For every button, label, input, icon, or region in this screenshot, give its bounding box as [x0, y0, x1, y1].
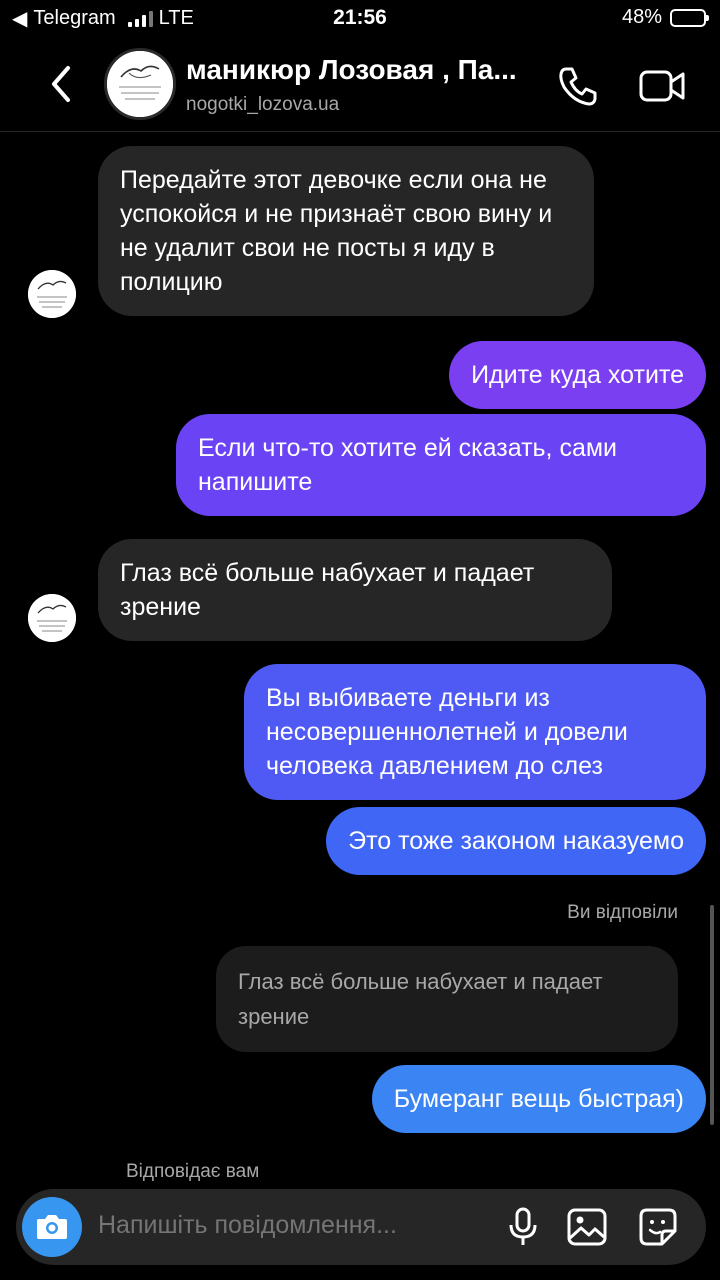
- battery-icon: [670, 8, 709, 27]
- camera-icon: [37, 1215, 67, 1239]
- message-bubble-incoming[interactable]: Глаз всё больше набухает и падает зрение: [98, 539, 612, 641]
- message-bubble-outgoing[interactable]: Идите куда хотите: [449, 341, 706, 409]
- phone-icon: [559, 67, 597, 106]
- chat-title[interactable]: маникюр Лозовая , Па...: [186, 54, 542, 86]
- chat-header: маникюр Лозовая , Па... nogotki_lozova.u…: [0, 40, 720, 132]
- typing-status: Відповідає вам: [126, 1161, 260, 1182]
- message-bubble-outgoing[interactable]: Это тоже законом наказуемо: [326, 807, 706, 875]
- gallery-button[interactable]: [566, 1207, 608, 1247]
- voice-message-button[interactable]: [506, 1207, 540, 1247]
- message-composer: [16, 1189, 706, 1265]
- profile-logo-icon: [107, 51, 173, 117]
- image-icon: [567, 1208, 607, 1246]
- profile-avatar[interactable]: [104, 48, 176, 120]
- status-bar: ◀ Telegram LTE 21:56 48%: [0, 0, 720, 40]
- message-bubble-outgoing[interactable]: Вы выбиваете деньги из несовершеннолетне…: [244, 664, 706, 800]
- scrollbar[interactable]: [710, 905, 714, 1125]
- sticker-button[interactable]: [638, 1207, 678, 1247]
- microphone-icon: [509, 1207, 537, 1245]
- message-bubble-outgoing[interactable]: Бумеранг вещь быстрая): [371, 1065, 706, 1133]
- profile-logo-icon: [28, 594, 76, 642]
- camera-button[interactable]: [22, 1197, 82, 1257]
- video-call-button[interactable]: [638, 64, 688, 108]
- message-bubble-outgoing[interactable]: Если что-то хотите ей сказать, сами напи…: [176, 414, 706, 516]
- message-bubble-incoming[interactable]: Передайте этот девочке если она не успок…: [98, 146, 594, 316]
- sender-avatar[interactable]: [28, 594, 76, 642]
- sticker-icon: [639, 1208, 677, 1246]
- reply-label: Ви відповіли: [567, 902, 678, 923]
- profile-logo-icon: [28, 270, 76, 318]
- sender-avatar[interactable]: [28, 270, 76, 318]
- video-camera-icon: [639, 70, 685, 102]
- chat-username[interactable]: nogotki_lozova.ua: [186, 94, 339, 116]
- message-input[interactable]: [98, 1211, 478, 1240]
- back-button[interactable]: [44, 62, 80, 106]
- chevron-left-icon: [52, 66, 70, 102]
- battery-percent: 48%: [621, 6, 662, 28]
- clock: 21:56: [333, 6, 387, 29]
- quoted-message[interactable]: Глаз всё больше набухает и падает зрение: [216, 946, 678, 1052]
- voice-call-button[interactable]: [556, 64, 600, 108]
